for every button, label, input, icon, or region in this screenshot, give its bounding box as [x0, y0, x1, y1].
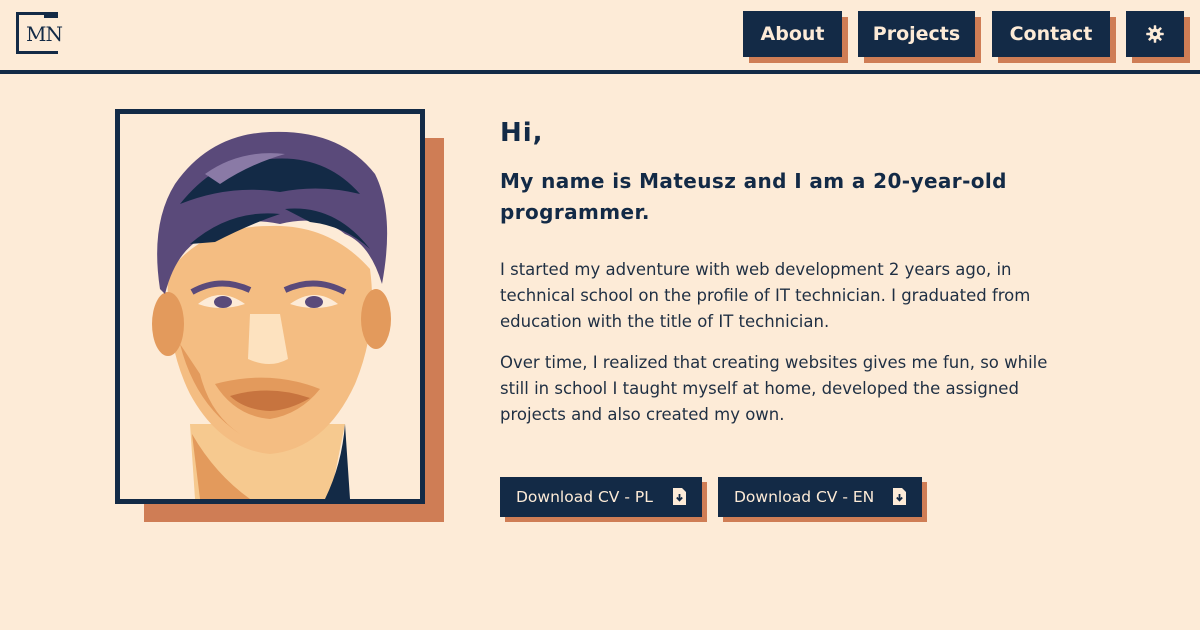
file-download-icon	[673, 488, 686, 505]
download-cv-en-button[interactable]: Download CV - EN	[718, 477, 922, 517]
greeting-heading: Hi,	[500, 118, 544, 148]
nav-projects-button[interactable]: Projects	[858, 11, 975, 57]
site-header: MN About Projects Contact	[0, 0, 1200, 74]
gear-icon	[1146, 25, 1164, 43]
theme-toggle-button[interactable]	[1126, 11, 1184, 57]
nav-contact-button[interactable]: Contact	[992, 11, 1110, 57]
nav-contact-label: Contact	[1009, 23, 1093, 45]
file-download-icon	[893, 488, 906, 505]
bio-paragraph-2: Over time, I realized that creating webs…	[500, 353, 1048, 424]
download-cv-pl-label: Download CV - PL	[516, 488, 653, 506]
nav-about-label: About	[760, 23, 825, 45]
profile-portrait	[115, 109, 425, 504]
nav-about-button[interactable]: About	[743, 11, 842, 57]
site-logo[interactable]: MN	[16, 12, 63, 54]
download-cv-en-label: Download CV - EN	[734, 488, 875, 506]
bio-paragraph-1: I started my adventure with web developm…	[500, 260, 1031, 331]
nav-projects-label: Projects	[872, 23, 961, 45]
portrait-illustration	[120, 114, 420, 499]
intro-heading: My name is Mateusz and I am a 20-year-ol…	[500, 169, 1007, 224]
logo-text: MN	[26, 22, 63, 46]
download-cv-pl-button[interactable]: Download CV - PL	[500, 477, 702, 517]
